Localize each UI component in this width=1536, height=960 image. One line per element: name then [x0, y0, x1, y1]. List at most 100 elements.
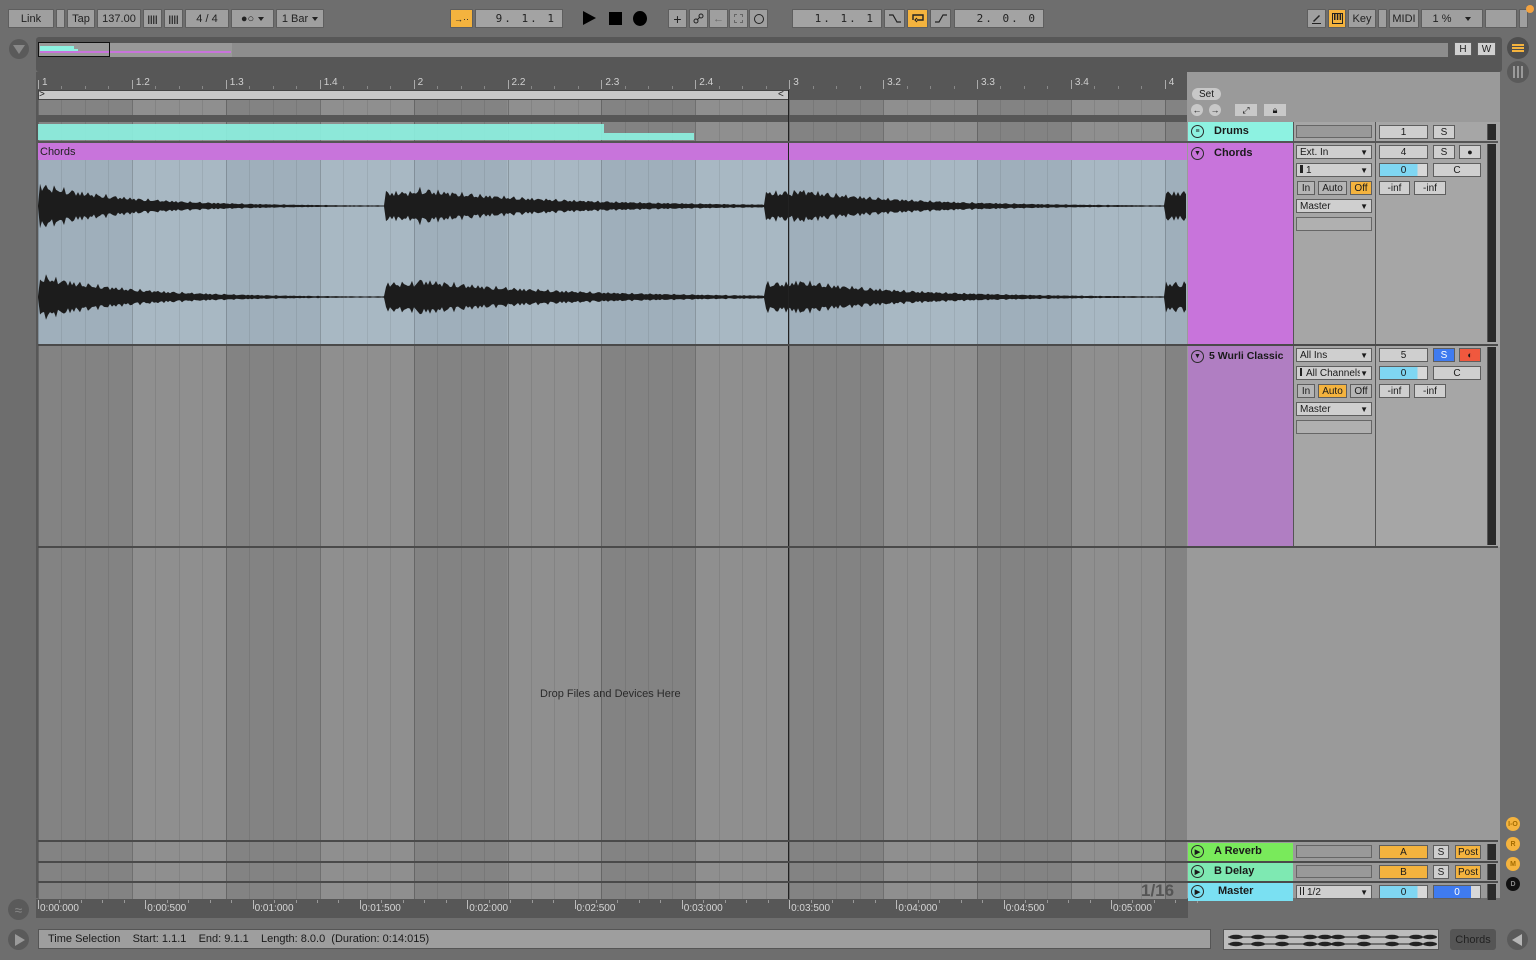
wurli-output[interactable]: Master ▼ [1296, 402, 1372, 416]
wurli-input-channel[interactable]: All Channels ▼ [1296, 366, 1372, 380]
b-delay-lane[interactable] [38, 863, 1187, 881]
detail-view-track-label[interactable]: Chords [1450, 929, 1496, 950]
lock-envelopes-button[interactable]: 🔒︎ [1264, 104, 1286, 116]
nudge-up-button[interactable]: |||| [164, 9, 183, 28]
show-io-button[interactable]: I-O [1506, 817, 1520, 831]
loop-switch-button[interactable] [907, 9, 928, 28]
ruler-lane[interactable] [38, 100, 1187, 115]
draw-mode-button[interactable] [1307, 9, 1326, 28]
tap-tempo-button[interactable]: Tap [67, 9, 95, 28]
session-view-button[interactable] [1507, 61, 1529, 83]
prev-locator-button[interactable]: ← [1191, 104, 1203, 116]
device-view-toggle-button[interactable] [1507, 929, 1528, 950]
a-reverb-post-button[interactable]: Post [1455, 845, 1481, 859]
next-locator-button[interactable]: → [1209, 104, 1221, 116]
wurli-output-sub[interactable] [1296, 420, 1372, 434]
play-circle-icon[interactable]: ▶ [1191, 885, 1204, 898]
show-delay-button[interactable]: D [1506, 877, 1520, 891]
overdub-button[interactable]: + [668, 9, 687, 28]
master-lane[interactable] [38, 883, 1187, 899]
master-cue-volume[interactable]: 0 [1433, 885, 1481, 899]
loop-end-marker[interactable]: < [778, 89, 784, 100]
fold-track-icon[interactable]: ▼ [1191, 147, 1204, 160]
link-button[interactable]: Link [8, 9, 54, 28]
tempo-field[interactable]: 137.00 [97, 9, 141, 28]
punch-in-button[interactable] [884, 9, 905, 28]
wurli-arm-button[interactable]: ◐ [1459, 348, 1481, 362]
session-record-button[interactable] [749, 9, 768, 28]
loop-brace[interactable] [38, 90, 789, 100]
b-delay-post-button[interactable]: Post [1455, 865, 1481, 879]
overview-strip[interactable] [38, 43, 1448, 57]
metronome-button[interactable]: ●○ [231, 9, 274, 28]
grid-size-label[interactable]: 1/16 [1141, 881, 1174, 901]
midi-map-button[interactable]: MIDI [1389, 9, 1419, 28]
chords-output[interactable]: Master ▼ [1296, 199, 1372, 213]
a-reverb-lane[interactable] [38, 842, 1187, 861]
punch-out-button[interactable] [930, 9, 951, 28]
chords-output-sub[interactable] [1296, 217, 1372, 231]
play-circle-icon[interactable]: ▶ [1191, 845, 1204, 858]
clip-overview-thumbnail[interactable] [1223, 929, 1439, 950]
track-header-wurli[interactable]: ▼ 5 Wurli Classic [1188, 346, 1293, 546]
key-map-toggle[interactable] [1378, 9, 1387, 28]
capture-button[interactable] [729, 9, 748, 28]
follow-button[interactable]: →·· [450, 9, 473, 28]
drums-clip-row-2[interactable] [38, 133, 694, 140]
record-button[interactable] [633, 11, 647, 26]
play-circle-icon[interactable]: ▶ [1191, 865, 1204, 878]
chords-volume[interactable]: 0 [1379, 163, 1428, 177]
chords-input-channel[interactable]: 1 ▼ [1296, 163, 1372, 177]
a-reverb-send-button[interactable]: A [1379, 845, 1428, 859]
chords-monitor-off[interactable]: Off [1350, 181, 1372, 195]
loop-start-marker[interactable]: > [39, 89, 45, 100]
cpu-load-menu[interactable]: 1 % [1421, 9, 1483, 28]
key-map-button[interactable]: Key [1348, 9, 1376, 28]
wurli-lane[interactable] [38, 346, 1187, 546]
chords-solo-button[interactable]: S [1433, 145, 1455, 159]
time-signature-field[interactable]: 4 / 4 [185, 9, 229, 28]
return-header-b-delay[interactable]: ▶ B Delay [1188, 863, 1293, 881]
chords-track-activator[interactable]: 4 [1379, 145, 1428, 159]
fold-track-icon[interactable]: ▼ [1191, 350, 1204, 363]
drums-track-activator[interactable]: 1 [1379, 125, 1428, 139]
master-output[interactable]: 1/2 ▼ [1296, 885, 1372, 899]
return-header-a-reverb[interactable]: ▶ A Reverb [1188, 843, 1293, 861]
show-returns-button[interactable]: R [1506, 837, 1520, 851]
chords-input-type[interactable]: Ext. In ▼ [1296, 145, 1372, 159]
play-button[interactable] [583, 11, 596, 25]
optimize-width-button[interactable]: W [1477, 42, 1496, 56]
back-to-arrangement-button[interactable]: ← [709, 9, 728, 28]
wurli-solo-button[interactable]: S [1433, 348, 1455, 362]
chords-monitor-in[interactable]: In [1297, 181, 1315, 195]
wurli-monitor-auto[interactable]: Auto [1318, 384, 1347, 398]
wurli-volume[interactable]: 0 [1379, 366, 1428, 380]
wurli-track-activator[interactable]: 5 [1379, 348, 1428, 362]
fades-toggle-button[interactable]: ≈ [8, 899, 29, 920]
link-toggle[interactable] [56, 9, 65, 28]
drums-clip-row-1[interactable] [38, 124, 604, 133]
master-volume[interactable]: 0 [1379, 885, 1428, 899]
detail-view-toggle-button[interactable] [8, 929, 29, 950]
b-delay-solo-button[interactable]: S [1433, 865, 1449, 879]
drums-solo-button[interactable]: S [1433, 125, 1455, 139]
nudge-down-button[interactable]: |||| [143, 9, 162, 28]
computer-midi-keyboard-button[interactable] [1328, 9, 1346, 28]
chords-monitor-auto[interactable]: Auto [1318, 181, 1347, 195]
b-delay-send-button[interactable]: B [1379, 865, 1428, 879]
automation-arm-button[interactable] [689, 9, 708, 28]
quantization-menu[interactable]: 1 Bar [276, 9, 324, 28]
track-header-drums[interactable]: ≡ Drums [1188, 122, 1293, 142]
chords-pan[interactable]: C [1433, 163, 1481, 177]
chords-clip-header[interactable]: Chords [38, 143, 1187, 160]
chords-arm-button[interactable]: ● [1459, 145, 1481, 159]
unfold-tracks-button[interactable]: ⤢ [1235, 104, 1257, 116]
wurli-pan[interactable]: C [1433, 366, 1481, 380]
optimize-height-button[interactable]: H [1454, 42, 1472, 56]
wurli-monitor-off[interactable]: Off [1350, 384, 1372, 398]
master-track-header[interactable]: ▶ Master [1188, 883, 1293, 901]
group-fold-icon[interactable]: ≡ [1191, 125, 1204, 138]
loop-start-field[interactable]: 1. 1. 1 [792, 9, 882, 28]
song-position-field[interactable]: 9. 1. 1 [475, 9, 563, 28]
arrangement-view-button[interactable] [1507, 37, 1529, 59]
